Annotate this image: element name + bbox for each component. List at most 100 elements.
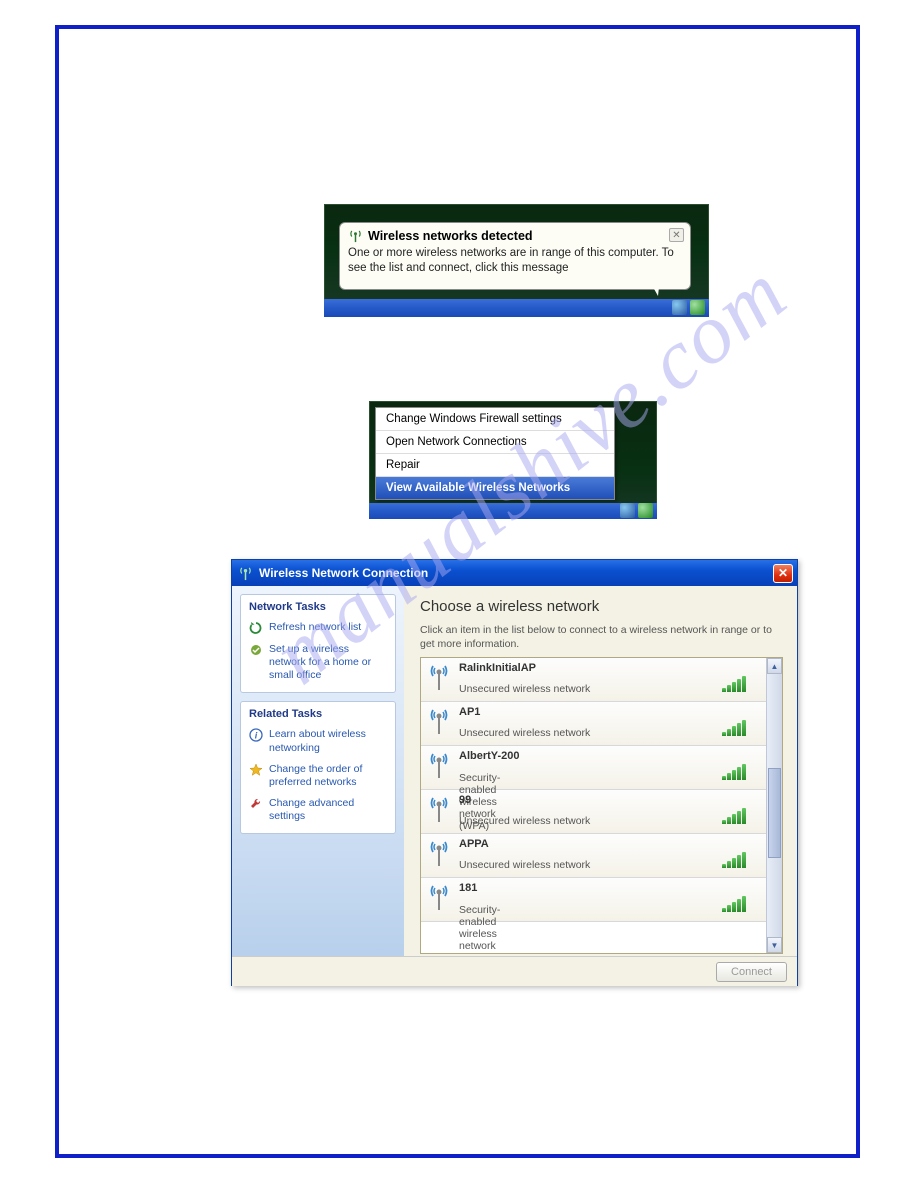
antenna-icon xyxy=(348,230,363,243)
signal-bar xyxy=(722,776,726,780)
scrollbar-thumb[interactable] xyxy=(768,768,781,858)
sidebar-link-label: Learn about wireless networking xyxy=(269,728,387,754)
network-name: AlbertY-200 xyxy=(459,750,716,762)
sidebar: Network Tasks Refresh network list Set u… xyxy=(232,586,404,956)
network-item[interactable]: APPA Unsecured wireless network xyxy=(421,834,766,878)
signal-bar xyxy=(727,817,731,824)
balloon-close-button[interactable]: ✕ xyxy=(669,228,684,242)
signal-bar xyxy=(727,729,731,736)
signal-bar xyxy=(742,852,746,868)
wireless-connection-window: Wireless Network Connection ✕ Network Ta… xyxy=(231,559,798,986)
network-description: Unsecured wireless network xyxy=(459,815,716,827)
signal-strength-icon xyxy=(722,882,758,915)
tray-context-menu: Change Windows Firewall settings Open Ne… xyxy=(375,407,615,500)
window-titlebar[interactable]: Wireless Network Connection ✕ xyxy=(232,560,797,586)
signal-bar xyxy=(727,685,731,692)
balloon-message: One or more wireless networks are in ran… xyxy=(348,246,682,276)
signal-strength-icon xyxy=(722,794,758,827)
antenna-icon xyxy=(427,795,451,823)
network-description: Unsecured wireless network xyxy=(459,859,716,871)
balloon-title: Wireless networks detected xyxy=(368,229,533,243)
signal-bar xyxy=(737,767,741,780)
signal-bar xyxy=(742,720,746,736)
signal-bar xyxy=(732,902,736,912)
lock-icon: Security-enabled wireless network xyxy=(459,904,470,915)
network-list-container: RalinkInitialAP Unsecured wireless networ… xyxy=(420,657,783,954)
wrench-icon xyxy=(249,797,263,811)
sidebar-link-setup[interactable]: Set up a wireless network for a home or … xyxy=(249,643,387,682)
sidebar-related-tasks: Related Tasks i Learn about wireless net… xyxy=(240,701,396,834)
signal-bar xyxy=(722,688,726,692)
main-pane: Choose a wireless network Click an item … xyxy=(404,586,797,956)
main-subtext: Click an item in the list below to conne… xyxy=(420,623,783,651)
antenna-icon xyxy=(238,566,253,581)
network-description: Unsecured wireless network xyxy=(459,727,716,739)
signal-bar xyxy=(727,861,731,868)
sidebar-link-refresh[interactable]: Refresh network list xyxy=(249,621,387,635)
signal-bar xyxy=(742,676,746,692)
tray-globe-icon[interactable] xyxy=(638,503,653,518)
context-menu-area: Change Windows Firewall settings Open Ne… xyxy=(369,401,657,519)
signal-bar xyxy=(737,811,741,824)
signal-bar xyxy=(722,864,726,868)
refresh-icon xyxy=(249,621,263,635)
sidebar-network-tasks: Network Tasks Refresh network list Set u… xyxy=(240,594,396,693)
scrollbar[interactable]: ▲ ▼ xyxy=(766,658,782,953)
sidebar-panel-heading: Network Tasks xyxy=(249,601,387,613)
sidebar-link-label: Refresh network list xyxy=(269,621,361,634)
notification-balloon-area: Wireless networks detected One or more w… xyxy=(324,204,709,317)
menu-item-view-networks[interactable]: View Available Wireless Networks xyxy=(376,477,614,499)
antenna-icon xyxy=(427,707,451,735)
sidebar-link-order[interactable]: Change the order of preferred networks xyxy=(249,763,387,789)
network-name: APPA xyxy=(459,838,716,850)
signal-bar xyxy=(737,899,741,912)
sidebar-link-advanced[interactable]: Change advanced settings xyxy=(249,797,387,823)
antenna-icon xyxy=(427,883,451,911)
network-item[interactable]: AlbertY-200Security-enabled wireless net… xyxy=(421,746,766,790)
window-title: Wireless Network Connection xyxy=(259,566,767,580)
network-name: 99 xyxy=(459,794,716,806)
sidebar-link-label: Change advanced settings xyxy=(269,797,387,823)
signal-bar xyxy=(737,723,741,736)
menu-item-repair[interactable]: Repair xyxy=(376,454,614,477)
tray-network-icon[interactable] xyxy=(672,300,687,315)
svg-text:i: i xyxy=(255,731,258,741)
signal-bar xyxy=(732,726,736,736)
signal-bar xyxy=(742,808,746,824)
signal-bar xyxy=(737,679,741,692)
tray-network-icon[interactable] xyxy=(620,503,635,518)
signal-bar xyxy=(742,896,746,912)
signal-bar xyxy=(742,764,746,780)
signal-bar xyxy=(732,814,736,824)
signal-strength-icon xyxy=(722,838,758,871)
sidebar-link-label: Change the order of preferred networks xyxy=(269,763,387,789)
info-icon: i xyxy=(249,728,263,742)
menu-item-firewall[interactable]: Change Windows Firewall settings xyxy=(376,408,614,431)
scroll-up-button[interactable]: ▲ xyxy=(767,658,782,674)
network-name: 181 xyxy=(459,882,716,894)
sidebar-link-learn[interactable]: i Learn about wireless networking xyxy=(249,728,387,754)
network-name: RalinkInitialAP xyxy=(459,662,716,674)
window-footer: Connect xyxy=(232,956,797,986)
antenna-icon xyxy=(427,663,451,691)
network-item[interactable]: AP1Unsecured wireless network xyxy=(421,702,766,746)
taskbar-tray xyxy=(369,503,657,519)
connect-button[interactable]: Connect xyxy=(716,962,787,982)
signal-bar xyxy=(732,858,736,868)
window-close-button[interactable]: ✕ xyxy=(773,564,793,583)
signal-bar xyxy=(732,770,736,780)
tray-globe-icon[interactable] xyxy=(690,300,705,315)
signal-bar xyxy=(722,820,726,824)
network-item[interactable]: 181 Security-enabled wireless network xyxy=(421,878,766,922)
notification-balloon[interactable]: Wireless networks detected One or more w… xyxy=(339,222,691,290)
signal-bar xyxy=(727,773,731,780)
menu-item-open-connections[interactable]: Open Network Connections xyxy=(376,431,614,454)
signal-strength-icon xyxy=(722,750,758,783)
main-heading: Choose a wireless network xyxy=(420,598,783,615)
network-item[interactable]: RalinkInitialAP Unsecured wireless networ… xyxy=(421,658,766,702)
sidebar-link-label: Set up a wireless network for a home or … xyxy=(269,643,387,682)
scroll-down-button[interactable]: ▼ xyxy=(767,937,782,953)
signal-bar xyxy=(722,908,726,912)
network-description: Unsecured wireless network xyxy=(459,683,716,695)
setup-icon xyxy=(249,643,263,657)
